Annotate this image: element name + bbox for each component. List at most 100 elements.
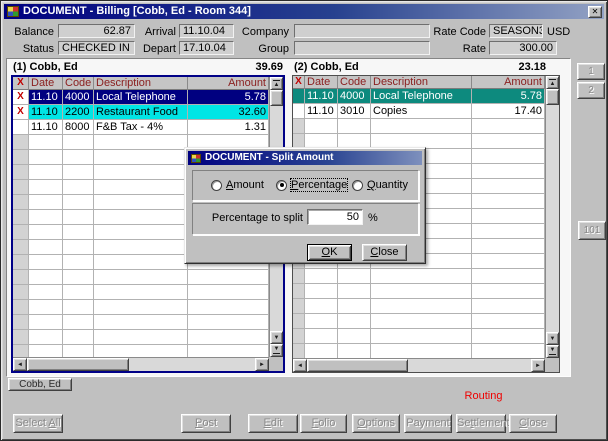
column-header-desc[interactable]: Description (371, 76, 472, 89)
cell-desc (94, 210, 188, 225)
scroll-right-icon[interactable]: ► (255, 358, 269, 371)
radio-amount[interactable]: Amount (211, 178, 264, 192)
folio1-horizontal-scrollbar[interactable]: ◄ ► (13, 357, 269, 371)
company-field[interactable] (294, 24, 430, 38)
window-button-1[interactable]: 1 (577, 63, 605, 80)
column-header-date[interactable]: Date (29, 77, 63, 90)
cell-amount[interactable]: 5.78 (472, 89, 545, 104)
cell-code[interactable]: 3010 (338, 104, 371, 119)
cell-desc[interactable]: Local Telephone (371, 89, 472, 104)
cell-date[interactable]: 11.10 (29, 120, 63, 135)
radio-amount-circle[interactable] (211, 180, 222, 191)
folio-button[interactable]: Folio (300, 414, 347, 433)
cell-amount[interactable]: 17.40 (472, 104, 545, 119)
settlement-button[interactable]: Settlement (456, 414, 506, 433)
payment-button[interactable]: Payment (404, 414, 452, 433)
column-header-date[interactable]: Date (305, 76, 338, 89)
cell-code[interactable]: 4000 (338, 89, 371, 104)
table-row[interactable]: 11.104000Local Telephone5.78 (293, 89, 545, 104)
company-label: Company (231, 25, 289, 39)
scroll-top-icon[interactable]: ▲ (270, 77, 283, 90)
cell-date[interactable]: 11.10 (29, 90, 63, 105)
scrollbar-track[interactable] (546, 105, 559, 332)
scroll-down-icon[interactable]: ▼ (270, 331, 283, 344)
column-header-amount[interactable]: Amount (188, 77, 269, 90)
cell-date[interactable]: 11.10 (305, 89, 338, 104)
scroll-left-icon[interactable]: ◄ (13, 358, 27, 371)
cell-date (29, 195, 63, 210)
cell-desc[interactable]: Restaurant Food (94, 105, 188, 120)
cell-x (293, 269, 305, 284)
cell-date[interactable]: 11.10 (305, 104, 338, 119)
scrollbar-track[interactable] (129, 358, 255, 371)
cell-amount (188, 285, 269, 300)
cell-amount[interactable]: 5.78 (188, 90, 269, 105)
column-header-code[interactable]: Code (338, 76, 371, 89)
post-button[interactable]: Post (181, 414, 231, 433)
folio-tab-cobb-ed[interactable]: Cobb, Ed (8, 378, 72, 391)
cell-amount (472, 194, 545, 209)
window-button-2[interactable]: 2 (577, 82, 605, 99)
scrollbar-thumb[interactable] (270, 90, 283, 106)
radio-percentage[interactable]: Percentage (276, 178, 347, 192)
column-header-x[interactable]: X (293, 76, 305, 89)
cell-date[interactable]: 11.10 (29, 105, 63, 120)
cell-code[interactable]: 4000 (63, 90, 94, 105)
table-row[interactable]: 11.103010Copies17.40 (293, 104, 545, 119)
scrollbar-track[interactable] (408, 359, 531, 372)
scrollbar-thumb[interactable] (27, 358, 129, 371)
cell-amount[interactable]: 1.31 (188, 120, 269, 135)
folio2-vertical-scrollbar[interactable]: ▲ ▼ ▼ (545, 76, 559, 358)
options-button[interactable]: Options (352, 414, 400, 433)
scroll-down-icon[interactable]: ▼ (546, 332, 559, 345)
cell-desc[interactable]: Copies (371, 104, 472, 119)
column-header-x[interactable]: X (13, 77, 29, 90)
cell-code[interactable]: 8000 (63, 120, 94, 135)
column-header-amount[interactable]: Amount (472, 76, 545, 89)
close-button[interactable]: Close (509, 414, 557, 433)
ok-button[interactable]: OK (307, 244, 352, 261)
cell-x[interactable]: X (13, 90, 29, 105)
cell-desc (94, 285, 188, 300)
cell-x[interactable] (293, 89, 305, 104)
cell-amount (472, 119, 545, 134)
folio2-horizontal-scrollbar[interactable]: ◄ ► (293, 358, 545, 372)
scroll-bottom-icon[interactable]: ▼ (270, 344, 283, 357)
depart-field[interactable]: 17.10.04 (179, 41, 234, 55)
scroll-right-icon[interactable]: ► (531, 359, 545, 372)
arrival-field[interactable]: 11.10.04 (179, 24, 234, 38)
table-row[interactable]: X11.104000Local Telephone5.78 (13, 90, 269, 105)
cell-x[interactable] (13, 120, 29, 135)
edit-button[interactable]: Edit (248, 414, 298, 433)
cell-x (13, 225, 29, 240)
column-header-code[interactable]: Code (63, 77, 94, 90)
table-row[interactable]: X11.102200Restaurant Food32.60 (13, 105, 269, 120)
cell-x[interactable] (293, 104, 305, 119)
cell-desc[interactable]: F&B Tax - 4% (94, 120, 188, 135)
scroll-bottom-icon[interactable]: ▼ (546, 345, 559, 358)
radio-quantity-circle[interactable] (352, 180, 363, 191)
cell-x[interactable]: X (13, 105, 29, 120)
scroll-top-icon[interactable]: ▲ (546, 76, 559, 89)
dialog-close-button[interactable]: Close (362, 244, 407, 261)
radio-percentage-circle[interactable] (276, 180, 287, 191)
cell-x (13, 255, 29, 270)
scrollbar-thumb[interactable] (546, 89, 559, 105)
cell-date (29, 330, 63, 345)
rate-code-field[interactable]: SEASON3 (489, 24, 543, 38)
rate-field[interactable]: 300.00 (489, 41, 557, 55)
close-icon[interactable]: ✕ (588, 6, 602, 18)
percentage-input[interactable]: 50 (307, 209, 363, 225)
table-row[interactable]: 11.108000F&B Tax - 4%1.31 (13, 120, 269, 135)
column-header-desc[interactable]: Description (94, 77, 188, 90)
group-field[interactable] (294, 41, 430, 55)
cell-amount[interactable]: 32.60 (188, 105, 269, 120)
radio-quantity[interactable]: Quantity (352, 178, 408, 192)
scrollbar-thumb[interactable] (307, 359, 408, 372)
cell-code[interactable]: 2200 (63, 105, 94, 120)
cell-desc[interactable]: Local Telephone (94, 90, 188, 105)
scroll-left-icon[interactable]: ◄ (293, 359, 307, 372)
window-button-101[interactable]: 101 (578, 221, 606, 240)
cell-amount (188, 315, 269, 330)
select-all-button[interactable]: Select All (13, 414, 63, 433)
